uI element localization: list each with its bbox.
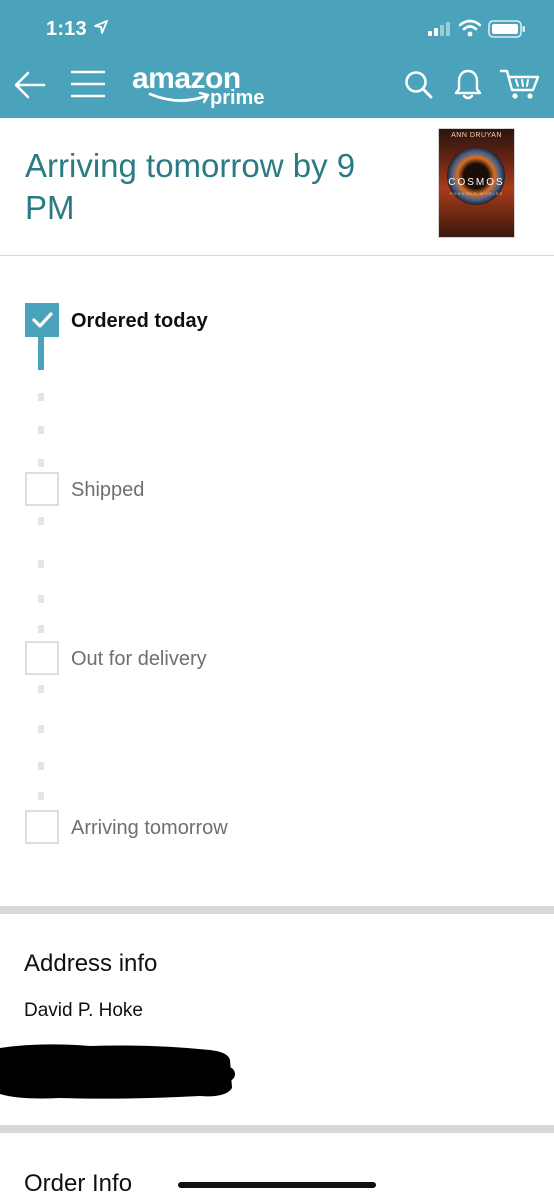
redaction-scribble (0, 1044, 235, 1099)
progress-dash (38, 595, 44, 603)
section-divider (0, 255, 554, 256)
step-checkbox-arriving (25, 810, 59, 844)
location-arrow-icon (94, 20, 108, 34)
step-label-out-for-delivery: Out for delivery (71, 648, 207, 670)
amazon-prime-logo[interactable]: amazon prime (132, 62, 272, 112)
address-name: David P. Hoke (24, 1000, 143, 1021)
cover-art-ring (447, 147, 505, 205)
step-label-shipped: Shipped (71, 479, 145, 501)
battery-icon (488, 20, 525, 38)
search-icon[interactable] (404, 70, 434, 100)
step-checkbox-out-for-delivery (25, 641, 59, 675)
section-divider (0, 1125, 554, 1133)
back-arrow-icon[interactable] (14, 70, 46, 100)
step-checkbox-shipped (25, 472, 59, 506)
progress-dash (38, 725, 44, 733)
product-thumbnail[interactable]: ANN DRUYAN COSMOS POSSIBLE WORLDS (439, 129, 514, 237)
book-title: COSMOS (448, 177, 505, 188)
step-label-arriving: Arriving tomorrow (71, 817, 228, 839)
bell-icon[interactable] (453, 68, 483, 100)
progress-dash (38, 517, 44, 525)
home-indicator[interactable] (178, 1182, 376, 1188)
progress-dash (38, 560, 44, 568)
progress-dash (38, 625, 44, 633)
progress-line-complete (38, 337, 44, 370)
address-info-title: Address info (24, 950, 158, 977)
cellular-signal-icon (428, 22, 450, 36)
checkmark-icon (32, 312, 53, 328)
progress-dash (38, 426, 44, 434)
step-checkbox-ordered (25, 303, 59, 337)
step-label-ordered: Ordered today (71, 310, 208, 332)
arrival-heading: Arriving tomorrow by 9 PM (25, 147, 356, 226)
logo-prime-text: prime (210, 87, 265, 109)
app-header: 1:13 amazon prime (0, 0, 554, 118)
cart-icon[interactable] (500, 68, 540, 102)
progress-dash (38, 393, 44, 401)
progress-dash (38, 762, 44, 770)
progress-dash (38, 685, 44, 693)
smile-arrow-icon (148, 91, 210, 104)
book-subtitle: POSSIBLE WORLDS (449, 191, 504, 196)
wifi-icon (459, 19, 481, 37)
progress-dash (38, 792, 44, 800)
section-divider (0, 906, 554, 914)
status-time: 1:13 (46, 18, 87, 40)
book-author: ANN DRUYAN (451, 132, 502, 139)
hamburger-menu-icon[interactable] (71, 69, 105, 99)
progress-dash (38, 459, 44, 467)
order-info-title: Order Info (24, 1170, 133, 1197)
